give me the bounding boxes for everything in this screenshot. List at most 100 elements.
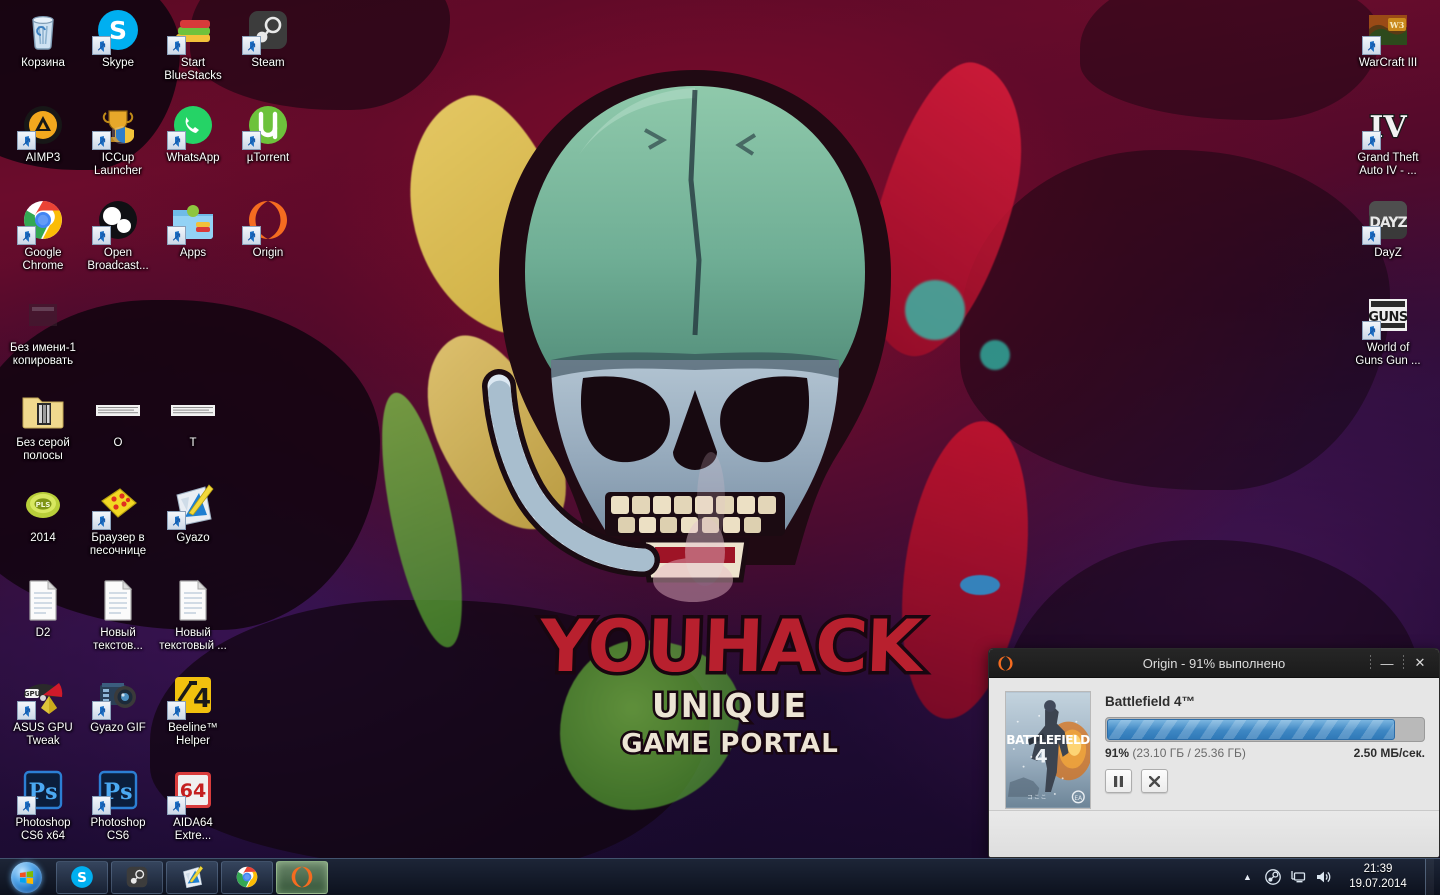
shortcut-arrow-icon: ↗ — [1366, 39, 1377, 54]
taskbar-origin[interactable] — [276, 860, 328, 894]
shortcut-arrow-icon: ↗ — [1366, 324, 1377, 339]
skype-icon: S — [69, 864, 95, 890]
taskbar-skype[interactable]: S — [56, 860, 108, 894]
taskbar[interactable]: S ▲ 21:39 19.07.2014 — [0, 858, 1440, 895]
wallpaper-splatter-green — [560, 640, 740, 810]
desktop-icon-photoshop[interactable]: Ps ↗ Photoshop CS6 x64 — [0, 766, 86, 843]
desktop-icon-label: О — [113, 437, 123, 449]
network-tray-icon[interactable] — [1289, 869, 1306, 886]
desktop-icon-gyazo[interactable]: ↗ Gyazo — [150, 481, 236, 545]
desktop-icon-bluestacks[interactable]: ↗ Start BlueStacks — [150, 6, 236, 83]
chrome-icon — [234, 864, 260, 890]
desktop-icon-world-of-guns[interactable]: GUNS ↗ World of Guns Gun ... — [1345, 291, 1431, 368]
desktop-icon-label: WarCraft III — [1358, 57, 1418, 69]
desktop-icon-text-thumbnail[interactable]: О — [75, 386, 161, 450]
dayz-icon: DAYZ ↗ — [1362, 196, 1412, 245]
shortcut-arrow-icon: ↗ — [21, 229, 32, 244]
clock-date: 19.07.2014 — [1349, 878, 1407, 890]
desktop-icon-steam[interactable]: ↗ Steam — [225, 6, 311, 70]
desktop-icon-photoshop[interactable]: Ps ↗ Photoshop CS6 — [75, 766, 161, 843]
close-button[interactable]: ✕ — [1407, 652, 1433, 674]
cancel-download-button[interactable] — [1141, 769, 1168, 793]
download-stats: 91% (23.10 ГБ / 25.36 ГБ) 2.50 МБ/сек. — [1105, 746, 1425, 760]
desktop-icon-text-file[interactable]: Новый текстовый ... — [150, 576, 236, 653]
desktop-icon-untitled-image[interactable]: Без имени-1 копировать — [0, 291, 86, 368]
desktop-icon-gyazo-gif[interactable]: ↗ Gyazo GIF — [75, 671, 161, 735]
aimp3-icon: ↗ — [17, 101, 67, 150]
desktop-icon-warcraft3[interactable]: W3 ↗ WarCraft III — [1345, 6, 1431, 70]
text-thumbnail-icon — [94, 386, 142, 434]
origin-download-window[interactable]: Origin - 91% выполнено — ✕ BATTLEFIELD 4… — [988, 648, 1440, 858]
origin-icon — [998, 655, 1013, 671]
desktop-icon-aimp3[interactable]: ↗ AIMP3 — [0, 101, 86, 165]
show-desktop-button[interactable] — [1425, 859, 1434, 895]
text-file-icon — [169, 576, 217, 624]
beeline-helper-icon: 4 ↗ — [167, 671, 217, 720]
recycle-bin-icon — [19, 6, 67, 54]
shortcut-arrow-icon: ↗ — [246, 39, 257, 54]
desktop-icon-label: Новый текстов... — [93, 627, 143, 652]
shortcut-arrow-icon: ↗ — [21, 134, 32, 149]
desktop-icon-label: Open Broadcast... — [87, 247, 149, 272]
desktop-icon-folder[interactable]: Без серой полосы — [0, 386, 86, 463]
origin-icon — [289, 864, 315, 890]
desktop-icon-sandboxie[interactable]: ↗ Браузер в песочнице — [75, 481, 161, 558]
desktop-icon-recycle-bin[interactable]: Корзина — [0, 6, 86, 70]
desktop-icon-aida64[interactable]: 64 ↗ AIDA64 Extre... — [150, 766, 236, 843]
shortcut-arrow-icon: ↗ — [96, 799, 107, 814]
desktop-icon-google-chrome[interactable]: ↗ Google Chrome — [0, 196, 86, 273]
svg-text:PLS: PLS — [36, 501, 51, 509]
desktop-icon-label: D2 — [35, 627, 51, 639]
origin-icon: ↗ — [242, 196, 292, 245]
desktop-icon-iccup-launcher[interactable]: ↗ ICCup Launcher — [75, 101, 161, 178]
desktop-icon-obs[interactable]: ↗ Open Broadcast... — [75, 196, 161, 273]
desktop-icon-apps-folder[interactable]: ↗ Apps — [150, 196, 236, 260]
desktop-icon-utorrent[interactable]: ↗ µTorrent — [225, 101, 311, 165]
pause-download-button[interactable] — [1105, 769, 1132, 793]
download-percent-and-size: 91% (23.10 ГБ / 25.36 ГБ) — [1105, 746, 1246, 760]
desktop-icon-dayz[interactable]: DAYZ ↗ DayZ — [1345, 196, 1431, 260]
desktop-icon-gta4[interactable]: IV ↗ Grand Theft Auto IV - ... — [1345, 101, 1431, 178]
asus-gpu-tweak-icon: GPU ↗ — [17, 671, 67, 720]
volume-tray-icon[interactable] — [1314, 869, 1331, 886]
svg-text:S: S — [109, 16, 127, 45]
desktop-icon-label: Skype — [102, 57, 134, 69]
photoshop-icon: Ps ↗ — [17, 766, 67, 815]
minimize-button[interactable]: — — [1374, 652, 1400, 674]
desktop-icon-text-thumbnail[interactable]: Т — [150, 386, 236, 450]
shortcut-arrow-icon: ↗ — [96, 39, 107, 54]
origin-title-bar[interactable]: Origin - 91% выполнено — ✕ — [989, 649, 1439, 678]
desktop-icon-label: ASUS GPU Tweak — [13, 722, 73, 747]
steam-tray-icon[interactable] — [1264, 869, 1281, 886]
wallpaper-blob — [1080, 0, 1380, 120]
desktop-icon-label: Google Chrome — [22, 247, 64, 272]
sandboxie-icon: ↗ — [92, 481, 142, 530]
whatsapp-icon: ↗ — [167, 101, 217, 150]
desktop-icon-origin[interactable]: ↗ Origin — [225, 196, 311, 260]
desktop-icon-skype[interactable]: S ↗ Skype — [75, 6, 161, 70]
desktop-icon-label: Steam — [251, 57, 285, 69]
warcraft3-icon: W3 ↗ — [1362, 6, 1412, 55]
desktop-icon-label: AIDA64 Extre... — [173, 817, 213, 842]
taskbar-buttons: S — [56, 860, 328, 895]
desktop-icon-asus-gpu-tweak[interactable]: GPU ↗ ASUS GPU Tweak — [0, 671, 86, 748]
taskbar-steam[interactable] — [111, 860, 163, 894]
desktop-icon-beeline-helper[interactable]: 4 ↗ Beeline™ Helper — [150, 671, 236, 748]
system-tray: ▲ 21:39 19.07.2014 — [1239, 859, 1440, 895]
shortcut-arrow-icon: ↗ — [171, 134, 182, 149]
desktop-icon-text-file[interactable]: Новый текстов... — [75, 576, 161, 653]
taskbar-clock[interactable]: 21:39 19.07.2014 — [1339, 862, 1417, 892]
wallpaper-blob — [960, 150, 1390, 490]
start-button[interactable] — [2, 860, 50, 895]
desktop-icon-whatsapp[interactable]: ↗ WhatsApp — [150, 101, 236, 165]
desktop-icon-label: Т — [189, 437, 197, 449]
pls-playlist-icon: PLS — [19, 481, 67, 529]
desktop-icon-text-file[interactable]: D2 — [0, 576, 86, 640]
utorrent-icon: ↗ — [242, 101, 292, 150]
desktop-icon-pls-playlist[interactable]: PLS 2014 — [0, 481, 86, 545]
taskbar-chrome[interactable] — [221, 860, 273, 894]
svg-text:EA: EA — [1074, 796, 1082, 802]
taskbar-gyazo[interactable] — [166, 860, 218, 894]
show-hidden-icons-button[interactable]: ▲ — [1239, 869, 1256, 886]
download-actions — [1105, 769, 1425, 793]
